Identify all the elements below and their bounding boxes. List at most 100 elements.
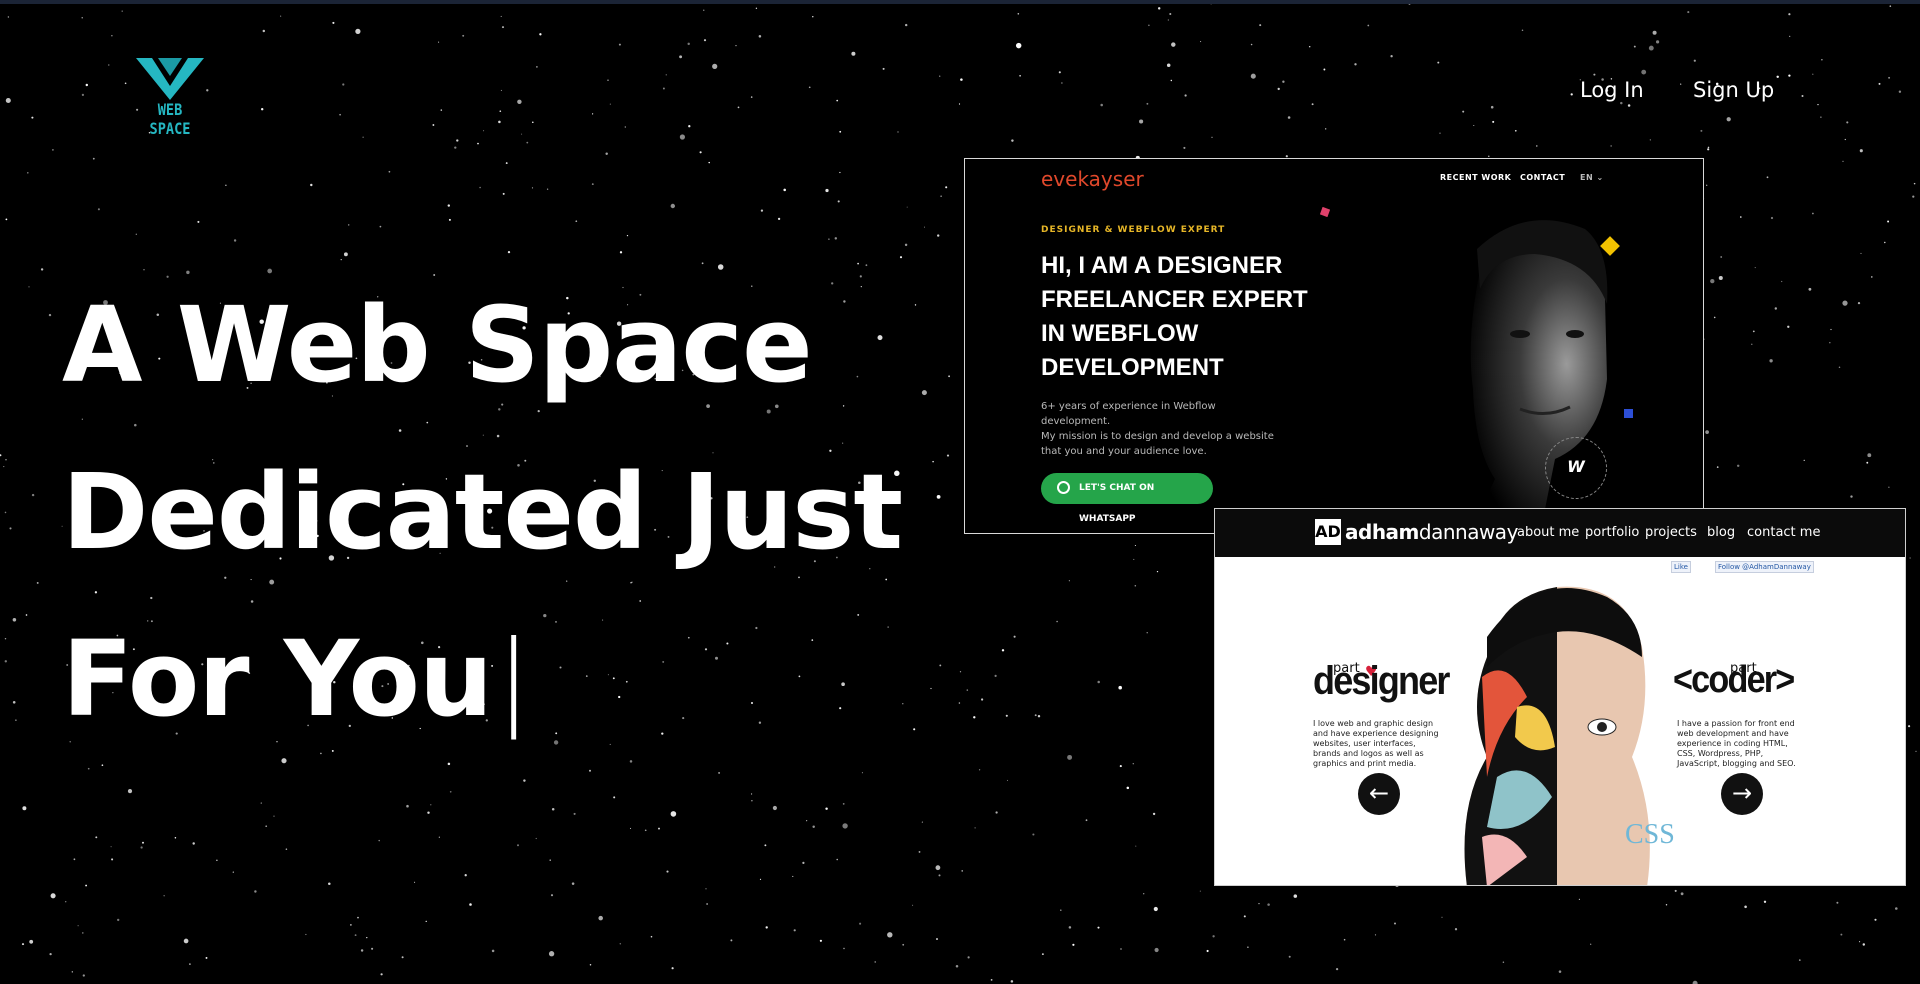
star bbox=[937, 234, 940, 237]
adham-nav-contact: contact me bbox=[1747, 525, 1821, 540]
star bbox=[1056, 620, 1058, 623]
coder-description: I have a passion for front end web devel… bbox=[1677, 719, 1796, 768]
star bbox=[812, 16, 814, 18]
star bbox=[1788, 13, 1791, 16]
star bbox=[526, 141, 529, 144]
star bbox=[216, 859, 218, 861]
star bbox=[712, 63, 718, 70]
star bbox=[737, 106, 740, 109]
star bbox=[85, 83, 89, 87]
star bbox=[1473, 124, 1475, 127]
star bbox=[1148, 24, 1150, 27]
star bbox=[1558, 970, 1562, 973]
star bbox=[670, 203, 675, 209]
heading-line: HI, I AM A DESIGNER bbox=[1041, 252, 1283, 279]
star bbox=[1502, 961, 1505, 963]
star bbox=[127, 789, 133, 794]
star bbox=[438, 41, 440, 43]
star bbox=[808, 86, 811, 89]
star bbox=[273, 815, 275, 817]
star bbox=[548, 951, 555, 957]
star bbox=[546, 188, 549, 190]
star bbox=[1700, 129, 1703, 132]
star bbox=[1665, 904, 1668, 906]
star bbox=[902, 943, 905, 946]
star bbox=[1199, 890, 1201, 892]
star bbox=[539, 33, 542, 36]
star bbox=[77, 925, 79, 927]
star bbox=[25, 614, 28, 616]
star bbox=[887, 932, 893, 938]
star bbox=[772, 805, 777, 811]
star bbox=[904, 243, 908, 247]
star bbox=[1072, 943, 1075, 946]
star bbox=[5, 459, 7, 461]
star bbox=[760, 209, 764, 212]
star bbox=[1789, 35, 1791, 38]
star bbox=[111, 35, 113, 37]
star bbox=[305, 933, 307, 936]
star bbox=[379, 225, 382, 228]
star bbox=[265, 825, 268, 828]
star bbox=[619, 251, 623, 254]
star bbox=[535, 837, 537, 840]
star bbox=[1888, 486, 1890, 488]
star bbox=[573, 812, 576, 815]
description-line: 6+ years of experience in Webflow develo… bbox=[1041, 401, 1216, 427]
whatsapp-chat-button: LET'S CHAT ON WHATSAPP bbox=[1041, 473, 1213, 524]
star bbox=[1184, 94, 1187, 97]
star bbox=[1247, 946, 1249, 948]
star bbox=[197, 220, 200, 223]
star bbox=[662, 87, 665, 90]
star bbox=[897, 131, 899, 133]
whatsapp-button-label: LET'S CHAT ON WHATSAPP bbox=[1079, 483, 1155, 524]
arrow-left-icon: ← bbox=[1358, 773, 1400, 815]
star bbox=[430, 804, 432, 806]
star bbox=[1812, 73, 1814, 75]
star bbox=[1707, 146, 1710, 149]
star bbox=[328, 882, 331, 885]
star bbox=[699, 151, 702, 154]
star bbox=[1437, 61, 1440, 64]
star bbox=[1857, 301, 1861, 305]
star bbox=[1788, 74, 1791, 77]
star bbox=[92, 157, 95, 160]
star bbox=[658, 827, 660, 830]
star bbox=[1842, 300, 1848, 306]
star bbox=[12, 701, 16, 704]
star bbox=[921, 821, 923, 823]
star bbox=[1015, 42, 1022, 49]
web-space-logo[interactable]: WEB SPACE bbox=[130, 56, 210, 138]
star bbox=[825, 807, 828, 810]
star bbox=[812, 825, 815, 828]
star bbox=[52, 149, 54, 151]
hero-line-1: A Web Space bbox=[62, 284, 813, 406]
adham-header-bar: AD adhamdannaway about me portfolio proj… bbox=[1215, 509, 1905, 557]
star bbox=[1200, 41, 1202, 43]
star bbox=[837, 200, 840, 203]
star bbox=[836, 858, 838, 861]
star bbox=[751, 793, 753, 795]
star bbox=[703, 39, 707, 42]
description-line: My mission is to design and develop a we… bbox=[1041, 431, 1274, 442]
star bbox=[1259, 24, 1262, 27]
star bbox=[1859, 149, 1863, 153]
star bbox=[1166, 63, 1171, 68]
star bbox=[261, 108, 264, 111]
star bbox=[1211, 136, 1213, 138]
star bbox=[48, 313, 52, 317]
signup-link[interactable]: Sign Up bbox=[1693, 78, 1774, 102]
star bbox=[73, 858, 76, 861]
star bbox=[1118, 685, 1122, 690]
star bbox=[687, 42, 690, 46]
login-link[interactable]: Log In bbox=[1580, 78, 1644, 102]
star bbox=[1887, 220, 1890, 223]
star bbox=[1133, 558, 1135, 560]
star bbox=[1888, 76, 1891, 79]
star bbox=[1037, 714, 1041, 718]
star bbox=[1680, 892, 1684, 896]
star bbox=[1157, 7, 1161, 10]
star bbox=[1308, 45, 1311, 48]
star bbox=[591, 183, 594, 186]
star bbox=[1134, 585, 1137, 587]
